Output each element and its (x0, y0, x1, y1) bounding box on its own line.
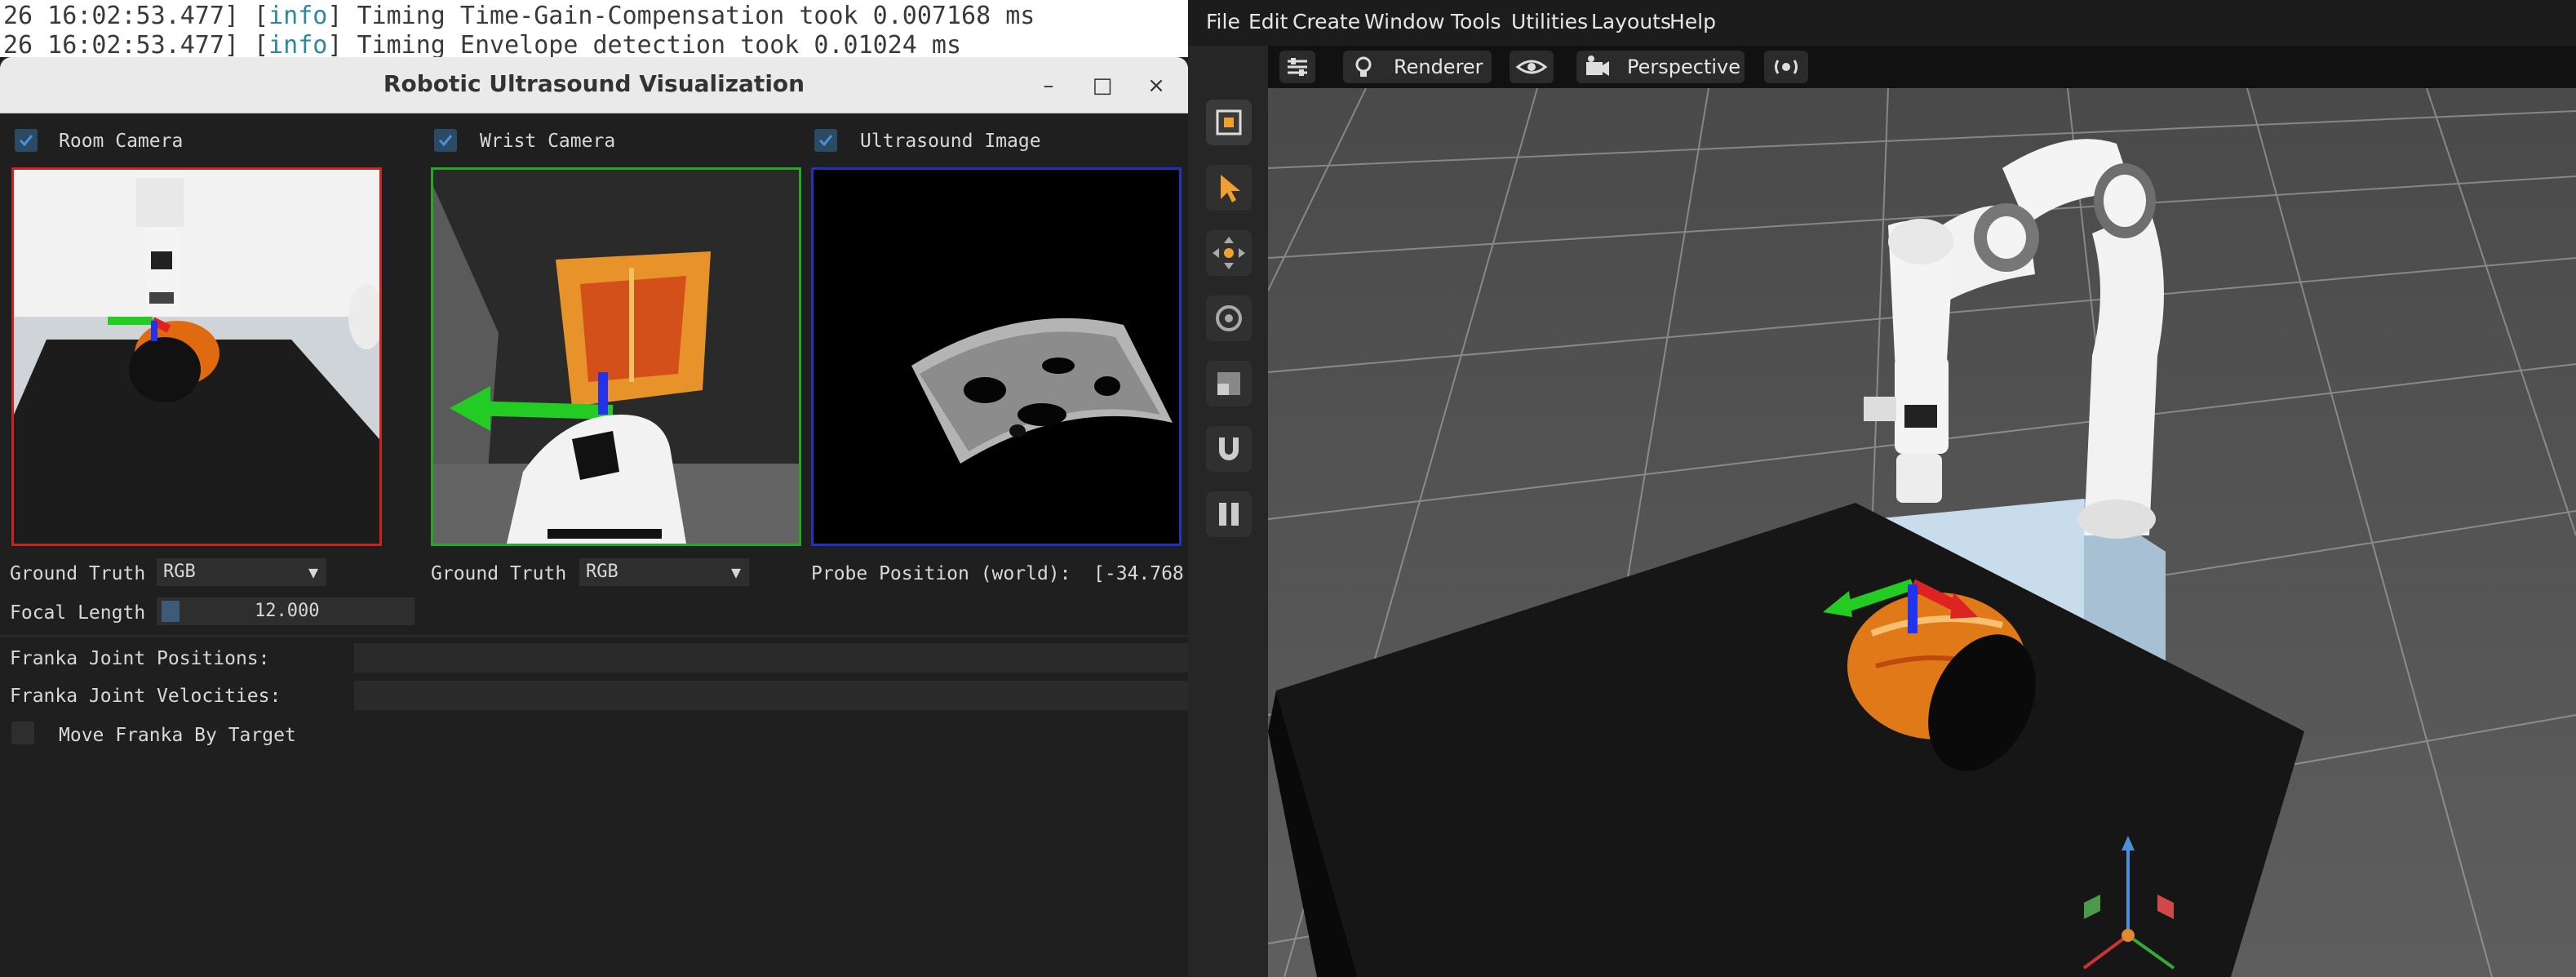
snap-magnet-icon[interactable] (1206, 426, 1252, 472)
left-toolbar (1188, 46, 1268, 977)
chevron-down-icon: ▼ (308, 562, 318, 582)
joint-positions-field[interactable] (354, 643, 1188, 673)
check-icon (818, 135, 833, 147)
select-arrow-icon[interactable] (1206, 165, 1252, 211)
ultrasound-image-view (811, 167, 1182, 546)
camera-label: Perspective (1627, 56, 1740, 78)
3d-viewport[interactable]: Renderer Perspective (1268, 46, 2576, 977)
joint-positions-label: Franka Joint Positions: (10, 648, 270, 669)
joint-velocities-field[interactable] (354, 681, 1188, 710)
lightbulb-icon (1355, 56, 1372, 77)
wrist-ground-truth-label: Ground Truth (431, 563, 567, 584)
probe-position-value: [-34.768 (1093, 563, 1184, 584)
menu-create[interactable]: Create (1292, 10, 1360, 33)
settings-sliders-icon[interactable] (1279, 51, 1315, 83)
room-ground-truth-select[interactable]: RGB ▼ (157, 558, 326, 586)
room-camera-label: Room Camera (59, 131, 184, 152)
move-icon[interactable] (1206, 230, 1252, 276)
pause-icon[interactable] (1206, 491, 1252, 537)
renderer-label: Renderer (1394, 56, 1483, 78)
close-button[interactable]: × (1139, 69, 1173, 103)
menu-layouts[interactable]: Layouts (1591, 10, 1671, 33)
focal-length-label: Focal Length (10, 602, 146, 624)
terminal-line-1: 26 16:02:53.477] [info] Timing Time-Gain… (3, 2, 1035, 30)
terminal-line-2: 26 16:02:53.477] [info] Timing Envelope … (3, 31, 962, 60)
joint-velocities-label: Franka Joint Velocities: (10, 686, 282, 707)
menu-window[interactable]: Window (1364, 10, 1445, 33)
probe-position-label: Probe Position (world): (811, 563, 1071, 584)
visualization-window: Robotic Ultrasound Visualization – □ × R… (0, 57, 1188, 977)
wrist-camera-checkbox[interactable] (434, 129, 457, 152)
menu-help[interactable]: Help (1669, 10, 1716, 33)
scale-icon[interactable] (1206, 361, 1252, 406)
rotate-icon[interactable] (1206, 295, 1252, 341)
cube-icon[interactable] (1206, 100, 1252, 145)
slider-grab[interactable] (162, 601, 180, 622)
wrist-camera-view (431, 167, 801, 546)
room-ground-truth-value: RGB (163, 562, 196, 582)
menu-bar: File Edit Create Window Tools Utilities … (1188, 0, 2576, 46)
menu-tools[interactable]: Tools (1451, 10, 1501, 33)
move-franka-checkbox[interactable] (11, 722, 34, 744)
menu-edit[interactable]: Edit (1248, 10, 1288, 33)
minimize-button[interactable]: – (1031, 69, 1066, 103)
move-franka-label: Move Franka By Target (59, 725, 296, 746)
menu-utilities[interactable]: Utilities (1511, 10, 1588, 33)
focal-length-value: 12.000 (255, 601, 320, 621)
simulator-app: File Edit Create Window Tools Utilities … (1188, 0, 2576, 977)
ultrasound-image-label: Ultrasound Image (860, 131, 1041, 152)
viewport-toolbar: Renderer Perspective (1268, 46, 2576, 88)
window-titlebar[interactable]: Robotic Ultrasound Visualization – □ × (0, 57, 1188, 113)
perspective-camera-button[interactable]: Perspective (1576, 51, 1745, 83)
divider (0, 635, 1188, 637)
renderer-button[interactable]: Renderer (1343, 51, 1492, 83)
ultrasound-image-checkbox[interactable] (814, 129, 837, 152)
menu-file[interactable]: File (1206, 10, 1240, 33)
terminal-window: 26 16:02:53.477] [info] Timing Time-Gain… (0, 0, 1188, 65)
broadcast-icon[interactable] (1764, 51, 1808, 83)
eye-icon[interactable] (1510, 51, 1554, 83)
room-camera-checkbox[interactable] (15, 129, 38, 152)
room-ground-truth-label: Ground Truth (10, 563, 146, 584)
check-icon (438, 135, 453, 147)
room-camera-view (11, 167, 382, 546)
focal-length-slider[interactable]: 12.000 (157, 597, 415, 625)
camera-icon (1586, 56, 1609, 76)
window-title: Robotic Ultrasound Visualization (383, 70, 805, 97)
wrist-ground-truth-value: RGB (586, 562, 619, 582)
wrist-camera-label: Wrist Camera (480, 131, 616, 152)
check-icon (19, 135, 33, 147)
wrist-ground-truth-select[interactable]: RGB ▼ (579, 558, 749, 586)
chevron-down-icon: ▼ (730, 562, 741, 582)
maximize-button[interactable]: □ (1085, 69, 1120, 103)
